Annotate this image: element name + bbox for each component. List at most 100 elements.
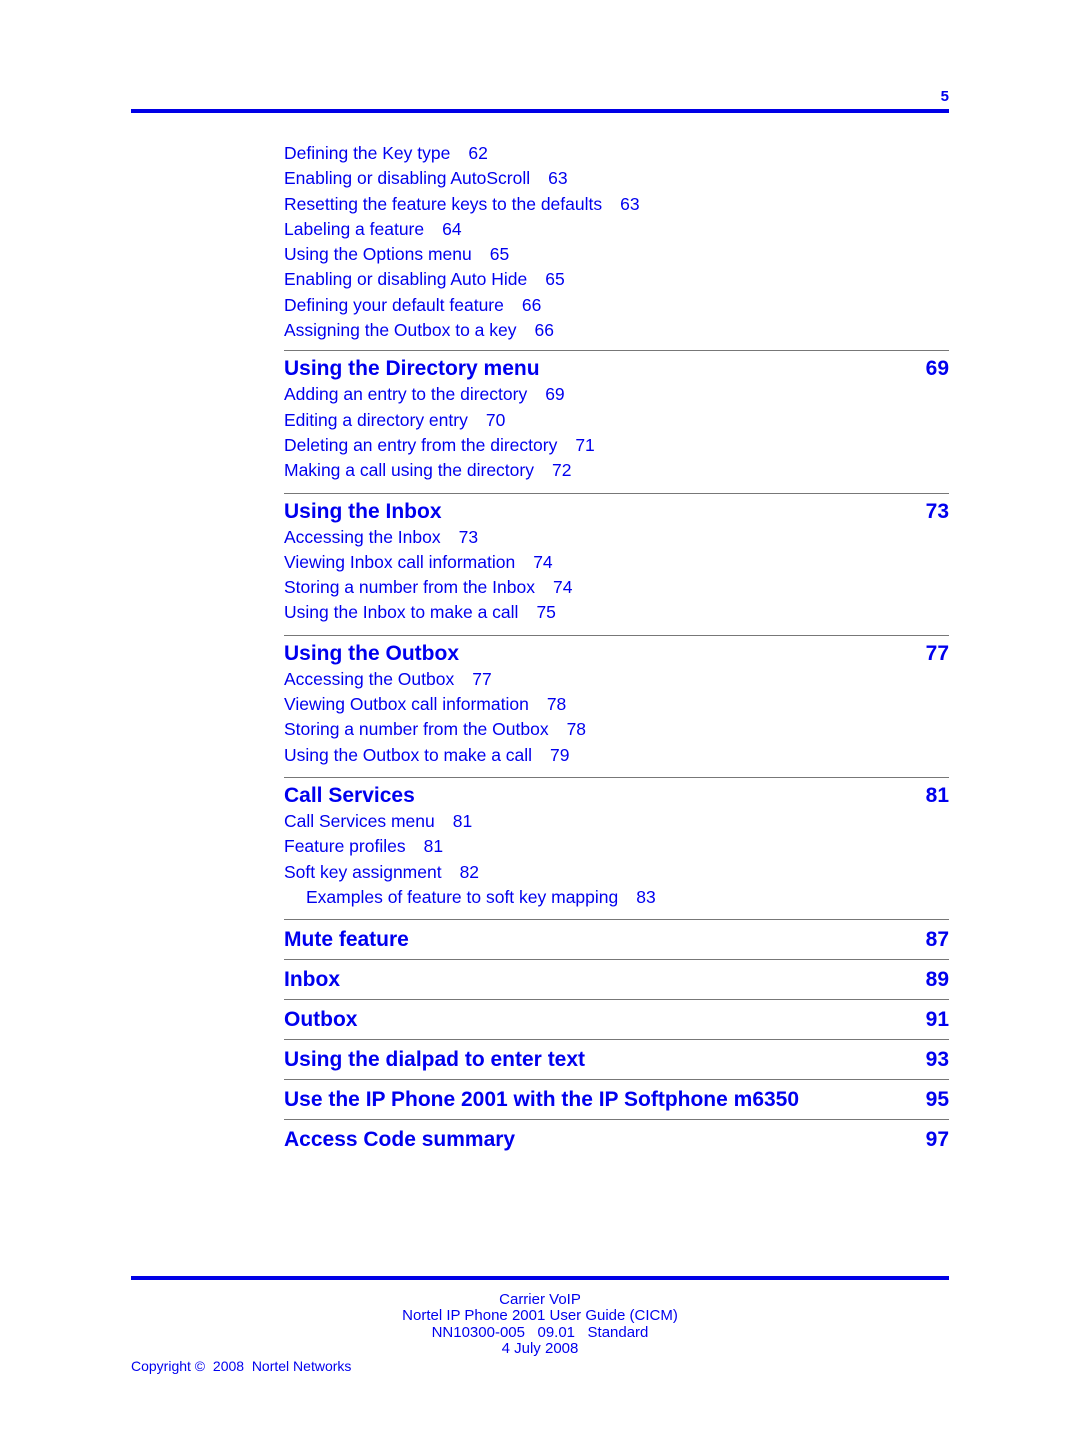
toc-entry-title: Enabling or disabling AutoScroll bbox=[284, 168, 531, 189]
toc-entry-title: Storing a number from the Outbox bbox=[284, 719, 549, 740]
toc-chapter-call-services: Call Services 81 Call Services menu 81 Fea… bbox=[284, 776, 949, 919]
chapter-title: Call Services bbox=[284, 783, 415, 807]
toc-chapter-softphone: Use the IP Phone 2001 with the IP Softph… bbox=[284, 1079, 949, 1119]
chapter-heading[interactable]: Using the Outbox 77 bbox=[284, 641, 949, 667]
toc-entry[interactable]: Storing a number from the Inbox 74 bbox=[284, 575, 949, 600]
footer: Carrier VoIP Nortel IP Phone 2001 User G… bbox=[0, 1291, 1080, 1357]
toc-entry-page: 81 bbox=[423, 836, 444, 857]
toc-entry-page: 65 bbox=[545, 269, 565, 290]
toc-subentry[interactable]: Examples of feature to soft key mapping 8… bbox=[284, 885, 949, 910]
toc-entry[interactable]: Making a call using the directory 72 bbox=[284, 458, 949, 483]
toc-entry-page: 70 bbox=[485, 409, 506, 430]
toc-entry-title: Adding an entry to the directory bbox=[284, 384, 528, 405]
toc-entry-page: 78 bbox=[546, 694, 567, 715]
chapter-page: 81 bbox=[925, 783, 949, 807]
toc-entry-page: 78 bbox=[566, 719, 587, 740]
toc-entry-title: Accessing the Inbox bbox=[284, 526, 441, 547]
toc-entry-page: 66 bbox=[534, 320, 554, 341]
toc-entry-page: 79 bbox=[550, 744, 570, 765]
toc-entry[interactable]: Storing a number from the Outbox 78 bbox=[284, 717, 949, 742]
footer-rule bbox=[131, 1276, 949, 1280]
chapter-title: Using the Inbox bbox=[284, 499, 442, 523]
toc-chapter-access-code: Access Code summary 97 bbox=[284, 1119, 949, 1159]
toc-entry[interactable]: Using the Options menu 65 bbox=[284, 242, 949, 267]
toc-entry-title: Viewing Inbox call information bbox=[284, 551, 516, 572]
toc-entry[interactable]: Resetting the feature keys to the defaul… bbox=[284, 192, 949, 217]
toc-chapter-directory: Using the Directory menu 69 Adding an ent… bbox=[284, 350, 949, 492]
toc-entry-title: Feature profiles bbox=[284, 836, 406, 857]
chapter-page: 93 bbox=[925, 1048, 949, 1072]
chapter-title: Outbox bbox=[284, 1008, 358, 1032]
toc-entry[interactable]: Labeling a feature 64 bbox=[284, 217, 949, 242]
footer-product: Carrier VoIP bbox=[499, 1291, 581, 1308]
toc-chapter-outbox: Using the Outbox 77 Accessing the Outbox 7… bbox=[284, 634, 949, 777]
chapter-heading[interactable]: Using the Directory menu 69 bbox=[284, 356, 949, 382]
chapter-heading[interactable]: Using the dialpad to enter text 93 bbox=[284, 1046, 949, 1074]
toc-entry[interactable]: Enabling or disabling AutoScroll 63 bbox=[284, 166, 949, 191]
toc-entry-title: Soft key assignment bbox=[284, 861, 442, 882]
chapter-title: Mute feature bbox=[284, 928, 409, 952]
table-of-contents: Defining the Key type 62 Enabling or disa… bbox=[284, 141, 949, 1159]
toc-entry-page: 62 bbox=[468, 143, 488, 163]
toc-entry-title: Enabling or disabling Auto Hide bbox=[284, 269, 528, 290]
chapter-title: Using the dialpad to enter text bbox=[284, 1048, 586, 1072]
toc-entry-page: 64 bbox=[442, 218, 462, 239]
toc-entry-page: 63 bbox=[620, 193, 640, 214]
toc-entry[interactable]: Deleting an entry from the directory 71 bbox=[284, 433, 949, 458]
toc-entry[interactable]: Using the Outbox to make a call 79 bbox=[284, 743, 949, 768]
toc-entry-title: Making a call using the directory bbox=[284, 460, 534, 481]
toc-entry[interactable]: Using the Inbox to make a call 75 bbox=[284, 600, 949, 625]
toc-entry[interactable]: Assigning the Outbox to a key 66 bbox=[284, 318, 949, 343]
toc-entry-title: Editing a directory entry bbox=[284, 409, 468, 430]
footer-date: 4 July 2008 bbox=[501, 1339, 579, 1357]
toc-entry[interactable]: Call Services menu 81 bbox=[284, 809, 949, 834]
chapter-heading[interactable]: Access Code summary 97 bbox=[284, 1126, 949, 1154]
header-rule bbox=[131, 109, 949, 113]
toc-entry-title: Assigning the Outbox to a key bbox=[284, 320, 517, 341]
toc-entry[interactable]: Accessing the Inbox 73 bbox=[284, 525, 949, 550]
toc-entry-title: Accessing the Outbox bbox=[284, 668, 455, 689]
toc-entry-page: 81 bbox=[452, 810, 473, 831]
toc-entry[interactable]: Viewing Inbox call information 74 bbox=[284, 550, 949, 575]
toc-entry-title: Storing a number from the Inbox bbox=[284, 577, 535, 598]
toc-entry[interactable]: Defining your default feature 66 bbox=[284, 293, 949, 318]
toc-entry-title: Viewing Outbox call information bbox=[284, 694, 529, 715]
toc-entry-page: 63 bbox=[548, 168, 568, 189]
toc-entry[interactable]: Accessing the Outbox 77 bbox=[284, 667, 949, 692]
toc-entry-page: 83 bbox=[636, 886, 656, 907]
toc-entry-page: 73 bbox=[458, 526, 479, 547]
chapter-heading[interactable]: Call Services 81 bbox=[284, 783, 949, 809]
toc-chapter-inbox: Using the Inbox 73 Accessing the Inbox 73 … bbox=[284, 492, 949, 635]
chapter-heading[interactable]: Inbox 89 bbox=[284, 966, 949, 994]
toc-entry-title: Using the Inbox to make a call bbox=[284, 602, 519, 623]
chapter-page: 69 bbox=[925, 357, 949, 381]
page-number: 5 bbox=[940, 88, 949, 105]
toc-entry[interactable]: Editing a directory entry 70 bbox=[284, 408, 949, 433]
footer-document-title: Nortel IP Phone 2001 User Guide (CICM) bbox=[402, 1307, 678, 1325]
toc-entry[interactable]: Enabling or disabling Auto Hide 65 bbox=[284, 267, 949, 292]
chapter-heading[interactable]: Outbox 91 bbox=[284, 1006, 949, 1034]
toc-chapter-inbox-ref: Inbox 89 bbox=[284, 959, 949, 999]
toc-entry-page: 71 bbox=[575, 434, 595, 455]
chapter-heading[interactable]: Mute feature 87 bbox=[284, 926, 949, 954]
chapter-page: 73 bbox=[925, 499, 949, 523]
toc-entry[interactable]: Feature profiles 81 bbox=[284, 834, 949, 859]
toc-entry-page: 82 bbox=[459, 861, 480, 882]
chapter-page: 97 bbox=[925, 1128, 949, 1152]
chapter-heading[interactable]: Use the IP Phone 2001 with the IP Softph… bbox=[284, 1086, 949, 1114]
toc-entry[interactable]: Defining the Key type 62 bbox=[284, 141, 949, 166]
toc-entry-title: Call Services menu bbox=[284, 810, 435, 831]
toc-chapter-outbox-ref: Outbox 91 bbox=[284, 999, 949, 1039]
toc-chapter-dialpad: Using the dialpad to enter text 93 bbox=[284, 1039, 949, 1079]
chapter-page: 87 bbox=[925, 928, 949, 952]
toc-entry[interactable]: Soft key assignment 82 bbox=[284, 860, 949, 885]
toc-entry-title: Deleting an entry from the directory bbox=[284, 434, 558, 455]
copyright-notice: Copyright © 2008 Nortel Networks bbox=[131, 1358, 352, 1374]
chapter-heading[interactable]: Using the Inbox 73 bbox=[284, 499, 949, 525]
toc-entry-title: Using the Options menu bbox=[284, 244, 472, 265]
toc-entry[interactable]: Viewing Outbox call information 78 bbox=[284, 692, 949, 717]
toc-entry[interactable]: Adding an entry to the directory 69 bbox=[284, 382, 949, 407]
toc-chapter-mute-feature: Mute feature 87 bbox=[284, 919, 949, 959]
toc-entry-page: 69 bbox=[545, 384, 565, 405]
toc-entry-page: 75 bbox=[536, 602, 556, 623]
